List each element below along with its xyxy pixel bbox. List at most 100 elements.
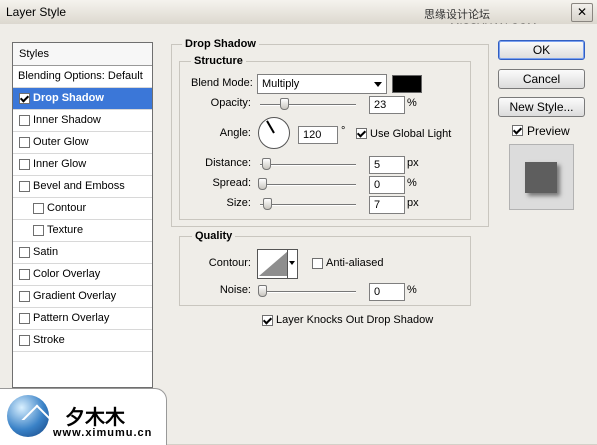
checkbox-texture[interactable] xyxy=(33,225,44,236)
use-global-light-label: Use Global Light xyxy=(370,128,452,140)
logo-name: 夕木木 xyxy=(65,405,125,429)
distance-slider-thumb[interactable] xyxy=(262,158,271,170)
checkbox-gradient-overlay[interactable] xyxy=(19,291,30,302)
opacity-slider-thumb[interactable] xyxy=(280,98,289,110)
checkbox-stroke[interactable] xyxy=(19,335,30,346)
noise-slider-thumb[interactable] xyxy=(258,285,267,297)
opacity-label: Opacity: xyxy=(210,97,251,109)
ok-button[interactable]: OK xyxy=(498,40,585,60)
close-icon: ✕ xyxy=(576,5,588,19)
checkbox-color-overlay[interactable] xyxy=(19,269,30,280)
style-item-blending-options[interactable]: Blending Options: Default xyxy=(13,66,152,88)
preview-checkbox[interactable] xyxy=(512,125,523,136)
checkbox-outer-glow[interactable] xyxy=(19,137,30,148)
use-global-light-checkbox[interactable] xyxy=(356,128,367,139)
style-item-label: Satin xyxy=(33,246,59,258)
title-bar: Layer Style 思缘设计论坛 www.MISSYUAN.COM ✕ xyxy=(0,0,597,34)
style-item-label: Stroke xyxy=(33,334,65,346)
blend-mode-value: Multiply xyxy=(262,78,300,90)
style-item-bevel-emboss[interactable]: Bevel and Emboss xyxy=(13,176,152,198)
distance-slider[interactable] xyxy=(260,164,356,166)
distance-value: 5 xyxy=(374,159,381,171)
noise-label: Noise: xyxy=(219,284,251,296)
angle-unit: ° xyxy=(341,125,346,137)
angle-dial-needle xyxy=(266,120,275,134)
size-input[interactable]: 7 xyxy=(369,196,405,214)
checkbox-drop-shadow[interactable] xyxy=(19,93,30,104)
blend-mode-select[interactable]: Multiply xyxy=(257,74,387,94)
quality-title: Quality xyxy=(192,230,236,242)
spread-value: 0 xyxy=(374,179,381,191)
opacity-unit: % xyxy=(407,97,417,109)
spread-slider[interactable] xyxy=(260,184,356,186)
window-title: Layer Style xyxy=(6,5,67,19)
style-item-label: Inner Shadow xyxy=(33,114,101,126)
angle-label: Angle: xyxy=(219,127,251,139)
structure-title: Structure xyxy=(191,55,246,67)
style-item-inner-shadow[interactable]: Inner Shadow xyxy=(13,110,152,132)
style-preview xyxy=(509,144,574,210)
noise-unit: % xyxy=(407,284,417,296)
anti-aliased-checkbox[interactable] xyxy=(312,258,323,269)
size-unit: px xyxy=(407,197,419,209)
style-item-label: Texture xyxy=(47,224,84,236)
size-slider[interactable] xyxy=(260,204,356,206)
noise-input[interactable]: 0 xyxy=(369,283,405,301)
style-item-pattern-overlay[interactable]: Pattern Overlay xyxy=(13,308,152,330)
contour-dropdown-arrow-icon[interactable] xyxy=(287,249,298,279)
style-item-stroke[interactable]: Stroke xyxy=(13,330,152,352)
style-item-label: Inner Glow xyxy=(33,158,87,170)
size-value: 7 xyxy=(374,199,381,211)
opacity-input[interactable]: 23 xyxy=(369,96,405,114)
preview-label: Preview xyxy=(527,124,570,138)
opacity-value: 23 xyxy=(374,99,387,111)
style-item-contour[interactable]: Contour xyxy=(13,198,152,220)
style-item-label: Contour xyxy=(47,202,87,214)
styles-list: Styles Blending Options: Default Drop Sh… xyxy=(12,42,153,388)
checkbox-inner-shadow[interactable] xyxy=(19,115,30,126)
size-slider-thumb[interactable] xyxy=(263,198,272,210)
size-label: Size: xyxy=(226,197,251,209)
angle-input[interactable]: 120 xyxy=(298,126,338,144)
style-item-outer-glow[interactable]: Outer Glow xyxy=(13,132,152,154)
checkbox-contour[interactable] xyxy=(33,203,44,214)
style-item-label: Bevel and Emboss xyxy=(33,180,125,192)
logo-url: www.ximumu.cn xyxy=(53,427,153,439)
styles-header[interactable]: Styles xyxy=(13,43,152,66)
styles-header-label: Styles xyxy=(19,48,49,60)
angle-dial-icon[interactable] xyxy=(258,117,290,149)
style-item-satin[interactable]: Satin xyxy=(13,242,152,264)
checkbox-bevel-emboss[interactable] xyxy=(19,181,30,192)
new-style-button[interactable]: New Style... xyxy=(498,97,585,117)
spread-input[interactable]: 0 xyxy=(369,176,405,194)
noise-slider[interactable] xyxy=(260,291,356,293)
contour-icon[interactable] xyxy=(257,249,291,279)
style-item-gradient-overlay[interactable]: Gradient Overlay xyxy=(13,286,152,308)
distance-input[interactable]: 5 xyxy=(369,156,405,174)
style-item-drop-shadow[interactable]: Drop Shadow xyxy=(13,88,152,110)
logo-icon xyxy=(7,395,53,437)
style-item-inner-glow[interactable]: Inner Glow xyxy=(13,154,152,176)
checkbox-satin[interactable] xyxy=(19,247,30,258)
style-item-color-overlay[interactable]: Color Overlay xyxy=(13,264,152,286)
distance-label: Distance: xyxy=(205,157,251,169)
noise-value: 0 xyxy=(374,286,381,298)
distance-unit: px xyxy=(407,157,419,169)
style-item-texture[interactable]: Texture xyxy=(13,220,152,242)
style-item-label: Blending Options: Default xyxy=(18,70,143,82)
close-button[interactable]: ✕ xyxy=(571,3,593,22)
preview-thumbnail xyxy=(525,162,557,193)
angle-value: 120 xyxy=(303,129,322,141)
checkbox-inner-glow[interactable] xyxy=(19,159,30,170)
cancel-button[interactable]: Cancel xyxy=(498,69,585,89)
style-item-label: Gradient Overlay xyxy=(33,290,117,302)
style-item-label: Color Overlay xyxy=(33,268,101,280)
shadow-color-swatch[interactable] xyxy=(392,75,422,93)
layer-knocks-out-checkbox[interactable] xyxy=(262,315,273,326)
opacity-slider[interactable] xyxy=(260,104,356,106)
checkbox-pattern-overlay[interactable] xyxy=(19,313,30,324)
contour-label: Contour: xyxy=(208,257,251,269)
spread-unit: % xyxy=(407,177,417,189)
spread-slider-thumb[interactable] xyxy=(258,178,267,190)
drop-shadow-title: Drop Shadow xyxy=(182,38,259,50)
